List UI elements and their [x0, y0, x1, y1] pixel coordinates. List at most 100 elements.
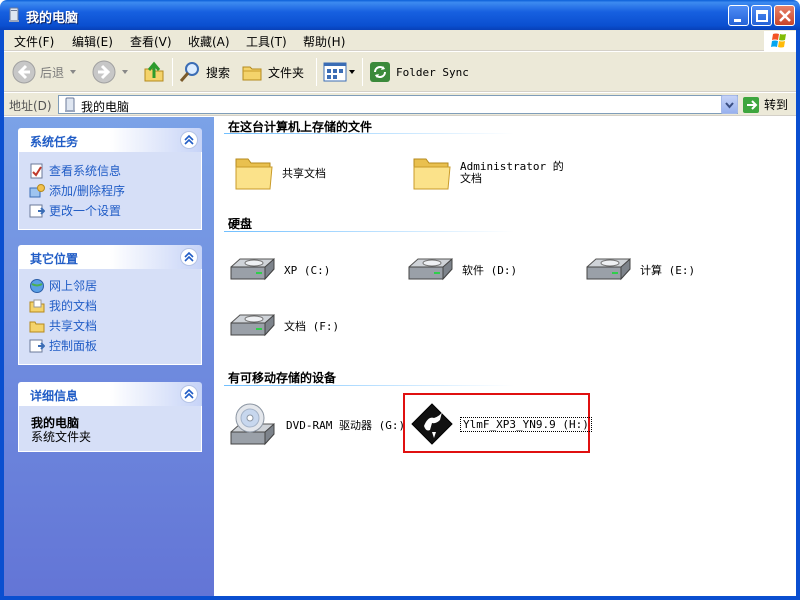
other-places-panel: 其它位置 网上邻居 我的文档 共享文档 控制面板 [18, 245, 202, 365]
collapse-button[interactable] [180, 131, 198, 149]
drive-e[interactable]: 计算 (E:) [584, 255, 695, 285]
forward-arrow-icon [92, 60, 116, 84]
collapse-button[interactable] [180, 248, 198, 266]
windows-logo-icon [764, 31, 796, 51]
folder-icon [29, 321, 45, 332]
up-folder-icon [144, 61, 164, 82]
system-info-icon [30, 163, 43, 178]
item-shared-documents[interactable]: 共享文档 [232, 151, 326, 195]
chevron-down-icon [725, 102, 734, 109]
system-tasks-panel: 系统任务 查看系统信息 添加/删除程序 更改一个设置 [18, 128, 202, 230]
menu-edit[interactable]: 编辑(E) [72, 33, 113, 50]
file-list[interactable]: 在这台计算机上存储的文件 共享文档 Administrator 的文档 硬盘 X… [214, 117, 796, 596]
dvd-drive-icon [230, 403, 275, 446]
drive-g-dvd[interactable]: DVD-RAM 驱动器 (G:) [228, 400, 405, 450]
system-tasks-header[interactable]: 系统任务 [18, 128, 202, 152]
add-remove-programs-icon [29, 183, 45, 197]
details-header[interactable]: 详细信息 [18, 382, 202, 406]
group-header-hard-disks: 硬盘 [228, 217, 253, 231]
back-label: 后退 [40, 65, 65, 80]
toolbar: 后退 搜索 文件夹 Folder Sync [4, 52, 796, 92]
control-panel-icon [29, 339, 45, 352]
minimize-button[interactable] [728, 5, 749, 26]
toolbar-separator [172, 58, 173, 86]
details-description: 系统文件夹 [31, 430, 92, 444]
drive-h-selected[interactable]: YlmF_XP3_YN9.9 (H:) [410, 402, 592, 446]
sync-icon [370, 62, 390, 82]
drive-c[interactable]: XP (C:) [228, 255, 330, 285]
address-dropdown-button[interactable] [721, 95, 738, 114]
chevron-up-icon [184, 388, 194, 399]
dropdown-arrow-icon[interactable] [68, 67, 78, 77]
minimize-icon [734, 19, 741, 22]
search-icon [179, 62, 199, 82]
address-bar: 地址(D) 我的电脑 转到 [4, 93, 796, 116]
place-my-documents[interactable]: 我的文档 [29, 297, 97, 314]
go-label: 转到 [764, 98, 789, 112]
dropdown-arrow-icon[interactable] [120, 67, 130, 77]
network-places-icon [30, 278, 44, 293]
go-button[interactable]: 转到 [742, 95, 788, 114]
up-folder-button[interactable] [142, 52, 166, 92]
drive-f[interactable]: 文档 (F:) [228, 311, 339, 341]
folder-sync-label: Folder Sync [396, 65, 469, 79]
menu-view[interactable]: 查看(V) [130, 33, 172, 50]
maximize-button[interactable] [751, 5, 772, 26]
group-divider [224, 385, 514, 386]
title-bar[interactable]: 我的电脑 [0, 0, 800, 30]
other-places-header[interactable]: 其它位置 [18, 245, 202, 269]
window-title: 我的电脑 [26, 11, 79, 26]
go-arrow-icon [743, 96, 759, 113]
drive-d[interactable]: 软件 (D:) [406, 255, 517, 285]
place-control-panel[interactable]: 控制面板 [29, 337, 97, 354]
hard-disk-icon [586, 257, 631, 281]
address-input[interactable]: 我的电脑 [58, 95, 738, 114]
menu-file[interactable]: 文件(F) [14, 33, 54, 50]
close-button[interactable] [774, 5, 795, 26]
group-divider [224, 231, 514, 232]
address-value: 我的电脑 [81, 100, 130, 114]
search-button[interactable]: 搜索 [178, 52, 230, 92]
chevron-up-icon [184, 251, 194, 262]
task-pane: 系统任务 查看系统信息 添加/删除程序 更改一个设置 其它位置 网上邻居 我的文… [4, 117, 214, 596]
hard-disk-icon [408, 257, 453, 281]
menu-favorites[interactable]: 收藏(A) [188, 33, 230, 50]
menu-bar: 文件(F) 编辑(E) 查看(V) 收藏(A) 工具(T) 帮助(H) [4, 30, 796, 51]
group-divider [224, 133, 514, 134]
ylmf-drive-icon [411, 403, 453, 445]
place-shared-documents[interactable]: 共享文档 [29, 317, 97, 334]
hard-disk-icon [230, 257, 275, 281]
toolbar-separator [362, 58, 363, 86]
dropdown-arrow-icon[interactable] [348, 67, 356, 77]
menu-tools[interactable]: 工具(T) [246, 33, 287, 50]
hard-disk-icon [230, 313, 275, 337]
computer-icon [65, 97, 75, 112]
back-button[interactable]: 后退 [12, 52, 78, 92]
folder-sync-button[interactable]: Folder Sync [368, 52, 469, 92]
collapse-button[interactable] [180, 385, 198, 403]
views-grid-icon [323, 62, 347, 82]
close-icon [779, 10, 791, 22]
group-header-removable: 有可移动存储的设备 [228, 371, 337, 385]
window-frame-bottom [0, 596, 800, 600]
details-body: 我的电脑 系统文件夹 [18, 406, 202, 452]
task-view-system-info[interactable]: 查看系统信息 [29, 162, 121, 179]
folder-icon [413, 158, 451, 190]
settings-icon [29, 204, 45, 217]
panel-title: 详细信息 [30, 389, 79, 403]
item-admin-documents[interactable]: Administrator 的文档 [410, 151, 570, 195]
task-change-setting[interactable]: 更改一个设置 [29, 202, 121, 219]
place-network[interactable]: 网上邻居 [29, 277, 97, 294]
folders-button[interactable]: 文件夹 [240, 52, 304, 92]
folders-label: 文件夹 [268, 65, 305, 80]
menu-help[interactable]: 帮助(H) [303, 33, 345, 50]
forward-button[interactable] [92, 52, 130, 92]
system-tasks-body: 查看系统信息 添加/删除程序 更改一个设置 [18, 152, 202, 230]
window-frame-right [796, 30, 800, 600]
views-button[interactable] [322, 52, 356, 92]
my-documents-icon [29, 299, 45, 312]
task-add-remove-programs[interactable]: 添加/删除程序 [29, 182, 125, 199]
back-arrow-icon [12, 60, 36, 84]
panel-title: 其它位置 [30, 252, 79, 266]
details-panel: 详细信息 我的电脑 系统文件夹 [18, 382, 202, 452]
